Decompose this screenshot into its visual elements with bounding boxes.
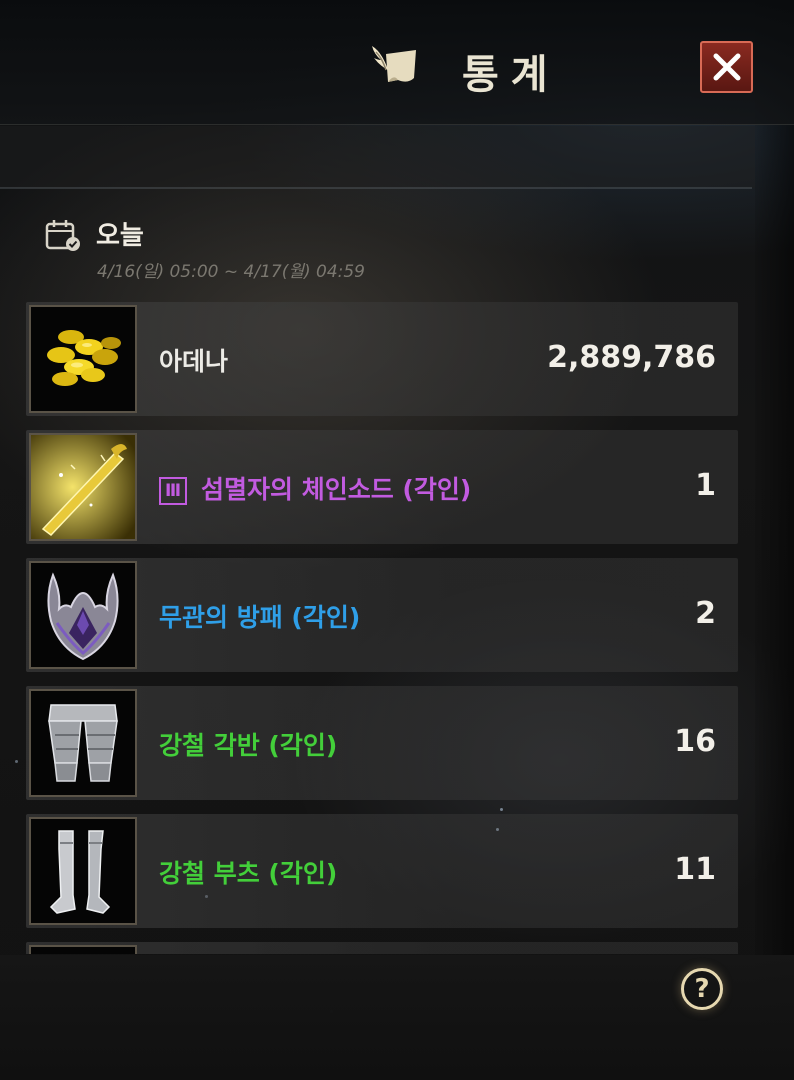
list-item: 강철 부츠 (각인) 11 <box>26 814 738 928</box>
list-item: Ⅲ 섬멸자의 체인소드 (각인) 1 <box>26 430 738 544</box>
item-count: 2,889,786 <box>547 340 716 375</box>
statistics-quill-icon <box>368 40 422 90</box>
background-shade <box>755 0 794 1080</box>
background-sparkle <box>15 760 18 763</box>
item-count: 2 <box>695 596 716 631</box>
header-divider <box>0 124 794 125</box>
item-name: 무관의 방패 (각인) <box>159 603 361 632</box>
window-title: 통계 <box>462 52 560 98</box>
calendar-icon <box>45 218 81 252</box>
today-label: 오늘 <box>96 221 144 251</box>
item-count: 1 <box>695 468 716 503</box>
window-footer <box>0 955 794 1080</box>
subheader-band <box>0 126 755 188</box>
item-name: 강철 각반 (각인) <box>159 731 338 760</box>
list-item: 강철 각반 (각인) 16 <box>26 686 738 800</box>
date-range: 4/16(일) 05:00 ~ 4/17(월) 04:59 <box>97 262 366 282</box>
item-name: Ⅲ 섬멸자의 체인소드 (각인) <box>159 470 471 506</box>
steel-greaves-icon <box>29 689 137 797</box>
item-name-text: 섬멸자의 체인소드 (각인) <box>201 475 472 504</box>
item-count: 11 <box>674 852 716 887</box>
adena-coins-icon <box>29 305 137 413</box>
question-mark-icon: ? <box>694 974 710 1004</box>
item-name: 강철 부츠 (각인) <box>159 859 338 888</box>
loot-list[interactable]: 아데나 2,889,786 Ⅲ 섬멸자의 체인소드 (각인) 1 무관의 방패 … <box>26 302 738 954</box>
list-item <box>26 942 738 954</box>
item-icon <box>29 945 137 954</box>
chainsword-icon <box>29 433 137 541</box>
help-button[interactable]: ? <box>681 968 723 1010</box>
item-name: 아데나 <box>159 347 229 376</box>
grade-badge: Ⅲ <box>159 477 187 505</box>
item-count: 16 <box>674 724 716 759</box>
section-divider <box>0 187 752 189</box>
steel-boots-icon <box>29 817 137 925</box>
list-item: 아데나 2,889,786 <box>26 302 738 416</box>
close-icon <box>713 53 740 81</box>
shield-icon <box>29 561 137 669</box>
list-item: 무관의 방패 (각인) 2 <box>26 558 738 672</box>
close-button[interactable] <box>700 41 753 93</box>
